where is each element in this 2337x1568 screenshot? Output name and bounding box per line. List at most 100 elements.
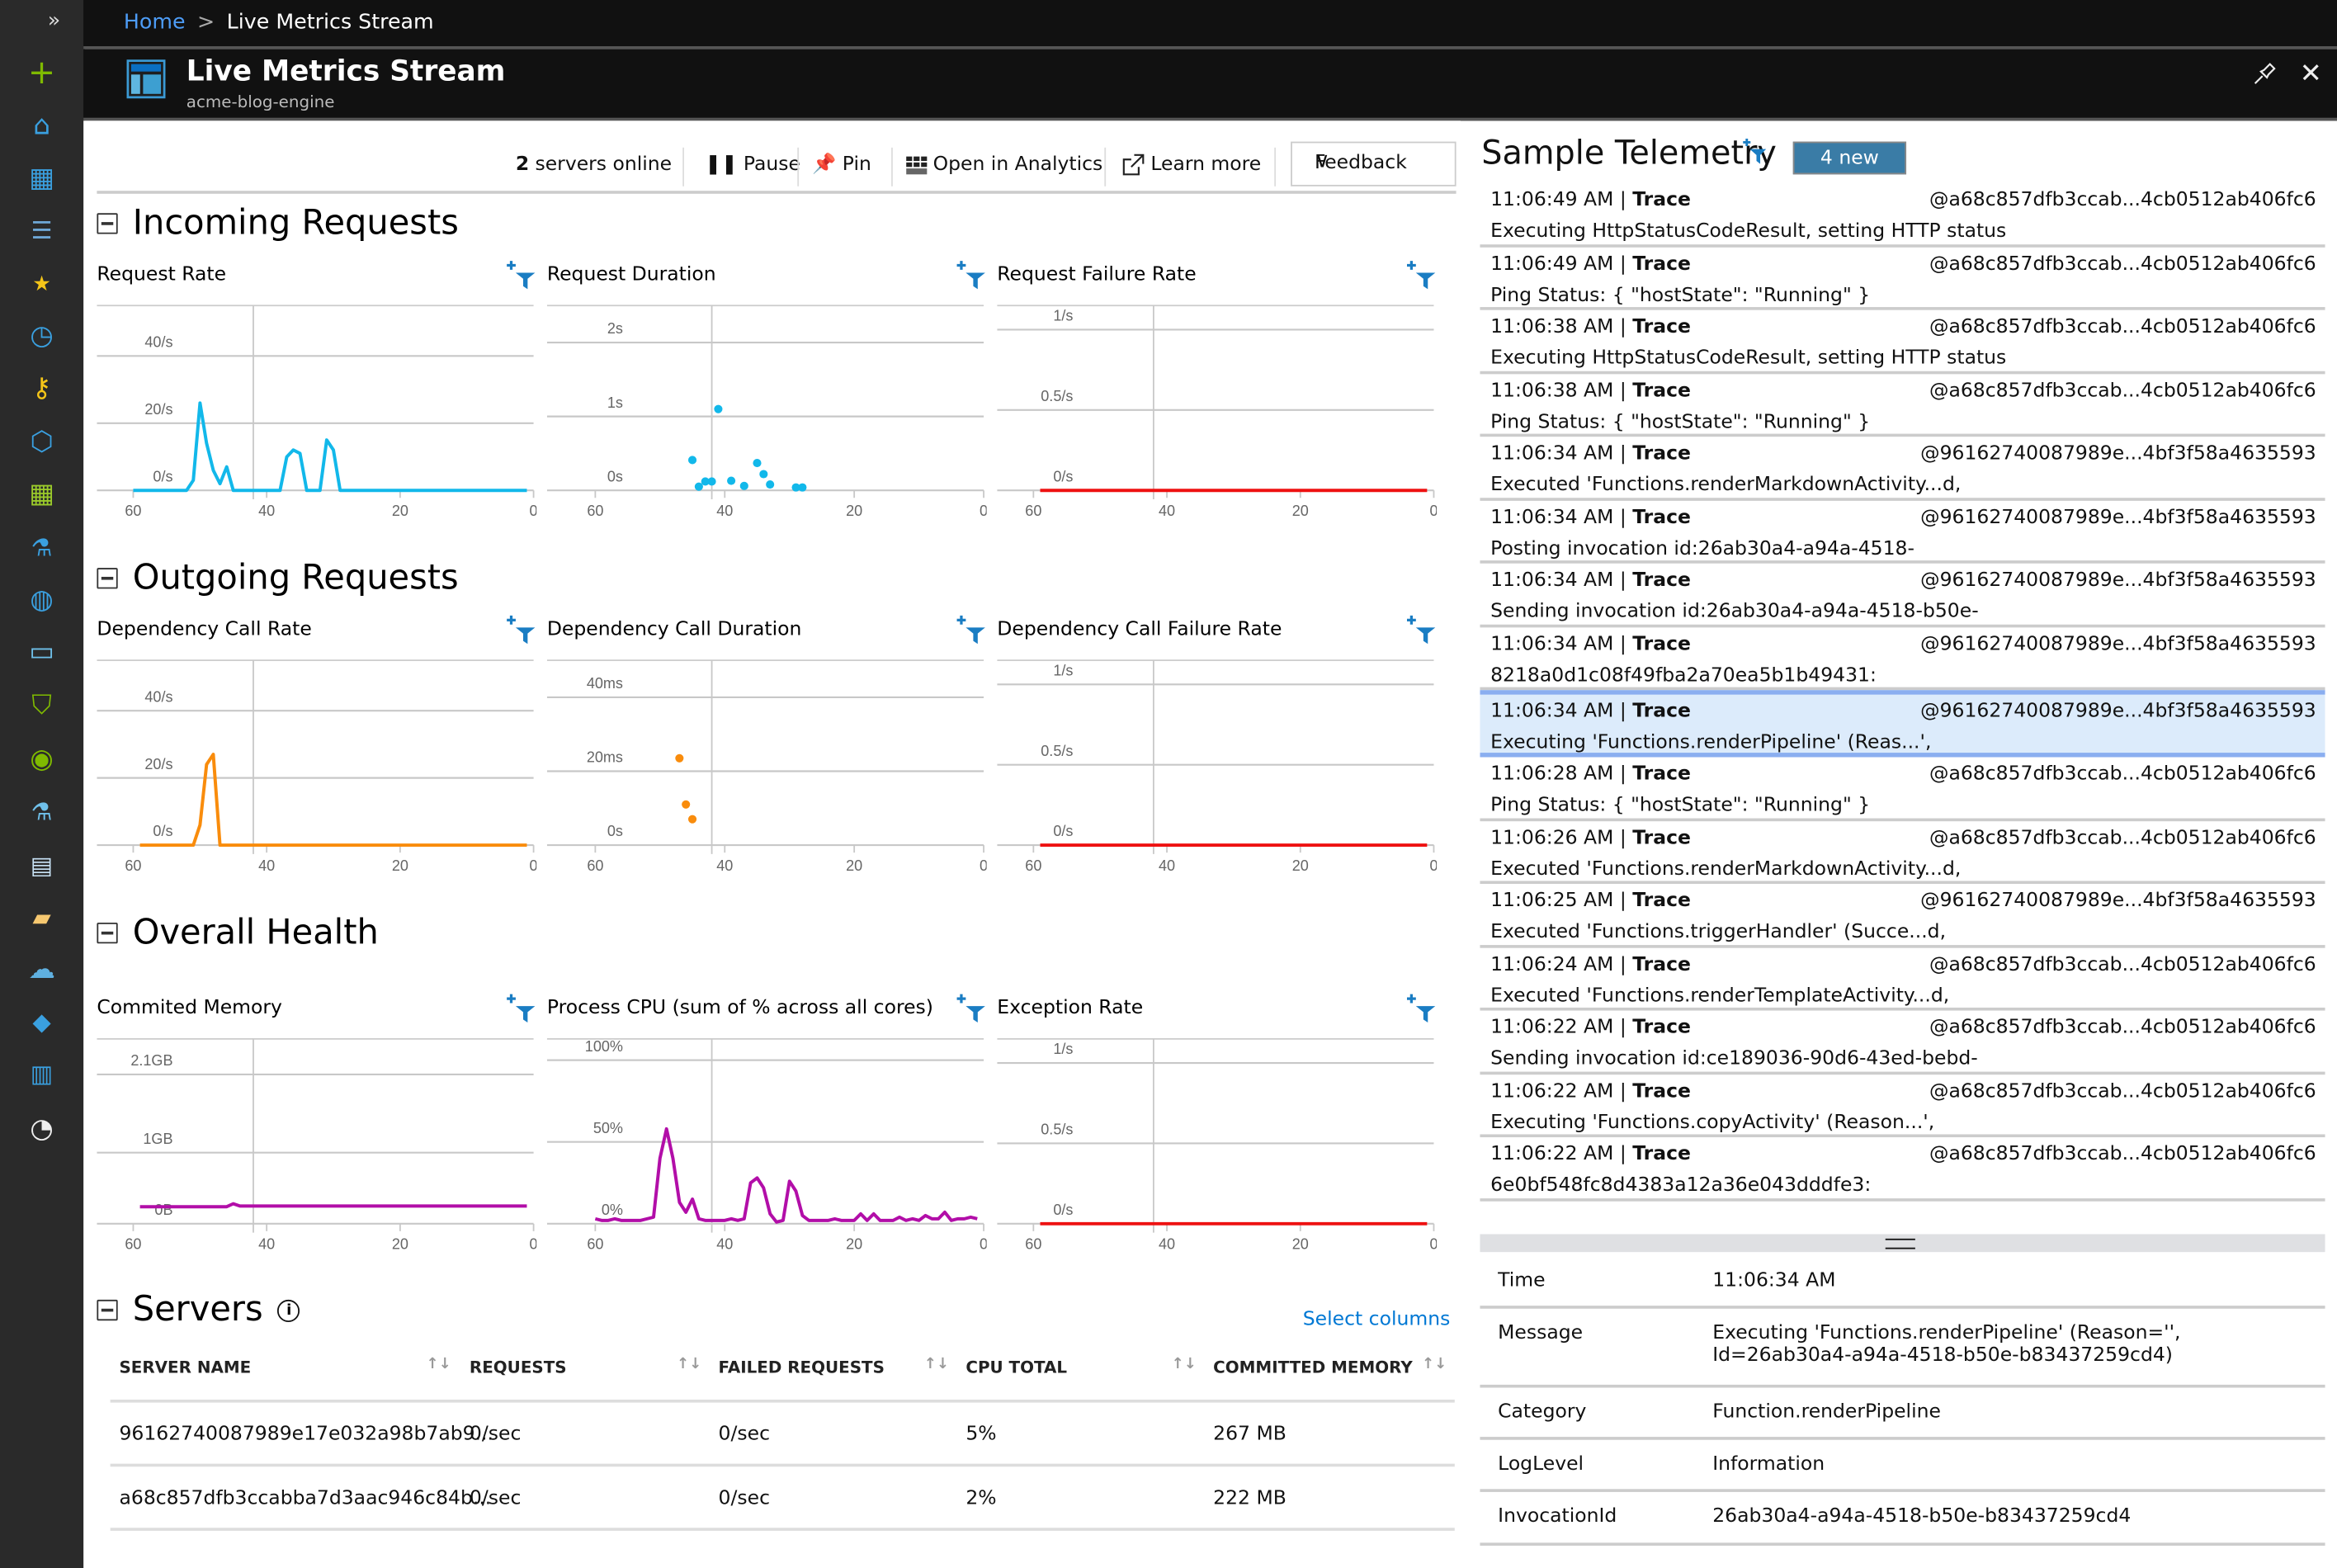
table-cell: 0/sec [469,1487,522,1510]
column-header[interactable]: REQUESTS [470,1358,567,1377]
detail-value: Information [1712,1452,1825,1476]
add-filter-icon[interactable] [507,993,536,1023]
feedback-dropdown[interactable]: Feedback ∨ [1291,141,1456,187]
separator: | [1613,1016,1633,1039]
detail-value: Function.renderPipeline [1712,1400,1941,1424]
sql-data-warehouse-icon[interactable]: ▥ [26,1057,59,1090]
telemetry-item[interactable]: 11:06:38 AM | Trace @a68c857dfb3ccab...4c… [1480,310,2325,374]
collapse-icon[interactable] [97,213,118,234]
json-template-icon[interactable]: ▤ [26,848,59,881]
telemetry-item[interactable]: 11:06:28 AM | Trace @a68c857dfb3ccab...4c… [1480,758,2325,821]
telemetry-item[interactable]: 11:06:25 AM | Trace @96162740087989e...4b… [1480,884,2325,947]
security-center-icon[interactable]: ⛉ [26,688,59,721]
expand-sidebar-icon[interactable]: » [48,9,60,33]
key-vault-icon[interactable]: ⚷ [26,371,59,404]
telemetry-item[interactable]: 11:06:34 AM | Trace @96162740087989e...4b… [1480,626,2325,691]
panel-splitter[interactable] [1480,1234,2325,1253]
telemetry-item[interactable]: 11:06:34 AM | Trace @96162740087989e...4b… [1480,437,2325,500]
azure-ad-icon[interactable]: ◆ [26,1004,59,1037]
add-filter-icon[interactable] [1406,614,1437,645]
all-services-icon[interactable]: ☰ [26,213,59,246]
create-resource-icon[interactable]: + [26,54,59,92]
new-items-badge[interactable]: 4 new [1792,141,1907,175]
x-tick-label: 60 [1025,857,1041,874]
y-tick-label: 0B [154,1202,172,1218]
table-row[interactable]: 96162740087989e17e032a98b7ab9... 0/sec 0/s… [110,1403,1455,1467]
column-header[interactable]: COMMITTED MEMORY [1213,1358,1413,1377]
home-icon[interactable]: ⌂ [26,109,59,142]
chart-title: Request Failure Rate [997,263,1197,286]
devtest-labs-icon[interactable]: ⚗ [26,531,59,564]
sort-icon[interactable]: ↑↓ [1172,1357,1197,1373]
advisor-gauge-icon[interactable]: ◔ [26,1112,59,1145]
column-header[interactable]: SERVER NAME [119,1358,251,1377]
telemetry-item[interactable]: 11:06:38 AM | Trace @a68c857dfb3ccab...4c… [1480,373,2325,437]
chart-plot: 0/s 0.5/s 1/s 60 40 20 0 [997,659,1437,874]
sort-icon[interactable]: ↑↓ [924,1357,949,1373]
virtual-machines-icon[interactable]: ▭ [26,635,59,668]
storage-folder-icon[interactable]: ▰ [26,900,59,933]
app-services-icon[interactable]: ◍ [26,583,59,616]
cost-management-icon[interactable]: ◉ [26,742,59,775]
info-icon[interactable]: i [277,1299,300,1322]
telemetry-item[interactable]: 11:06:49 AM | Trace @a68c857dfb3ccab...4c… [1480,183,2325,247]
close-blade-icon[interactable]: ✕ [2300,58,2322,89]
pin-button[interactable]: 📌 Pin [812,153,871,176]
pin-blade-icon[interactable] [2254,61,2278,85]
collapse-icon[interactable] [97,568,118,589]
open-in-analytics-button[interactable]: Open in Analytics [906,153,1102,176]
add-filter-icon[interactable] [507,259,536,290]
telemetry-item[interactable]: 11:06:24 AM | Trace @a68c857dfb3ccab...4c… [1480,947,2325,1011]
sort-icon[interactable]: ↑↓ [427,1357,451,1373]
dashboard-icon[interactable]: ▦ [26,161,59,194]
telemetry-item[interactable]: 11:06:34 AM | Trace @96162740087989e...4b… [1480,690,2325,758]
telemetry-time-type: 11:06:28 AM | Trace [1490,763,1691,786]
add-filter-icon[interactable] [956,259,987,290]
breadcrumb-home-link[interactable]: Home [124,11,186,35]
section-title: Overall Health [132,914,379,953]
recent-clock-icon[interactable]: ◷ [26,319,59,352]
y-tick-label: 1GB [143,1131,172,1147]
certificates-icon[interactable]: ☁ [26,952,59,985]
x-tick-label: 60 [1025,503,1041,519]
select-columns-link[interactable]: Select columns [1303,1309,1451,1331]
add-filter-icon[interactable] [956,614,987,645]
sort-icon[interactable]: ↑↓ [1422,1357,1447,1373]
x-tick-label: 20 [392,857,408,874]
chart-plot: 0/s 0.5/s 1/s 60 40 20 0 [997,305,1437,519]
pause-button[interactable]: ❚❚ Pause [705,153,800,176]
collapse-icon[interactable] [97,1299,118,1321]
telemetry-item[interactable]: 11:06:26 AM | Trace @a68c857dfb3ccab...4c… [1480,820,2325,885]
column-header[interactable]: FAILED REQUESTS [719,1358,885,1377]
telemetry-item[interactable]: 11:06:22 AM | Trace @a68c857dfb3ccab...4c… [1480,1137,2325,1201]
chevron-down-icon: ∨ [1314,149,1330,173]
telemetry-item[interactable]: 11:06:49 AM | Trace @a68c857dfb3ccab...4c… [1480,247,2325,310]
sort-icon[interactable]: ↑↓ [677,1357,701,1373]
telemetry-item[interactable]: 11:06:22 AM | Trace @a68c857dfb3ccab...4c… [1480,1074,2325,1138]
divider [797,147,800,187]
resource-group-icon[interactable]: ⬡ [26,425,59,458]
table-row[interactable]: a68c857dfb3ccabba7d3aac946c84b... 0/sec 0/… [110,1466,1455,1531]
collapse-icon[interactable] [97,922,118,944]
add-filter-icon[interactable] [1406,993,1437,1023]
add-filter-icon[interactable] [1406,259,1437,290]
sample-telemetry-panel: Sample Telemetry 4 new 11:06:49 AM | Tra… [1480,120,2325,1568]
telemetry-item[interactable]: 11:06:22 AM | Trace @a68c857dfb3ccab...4c… [1480,1011,2325,1074]
add-filter-icon[interactable] [956,993,987,1023]
add-filter-icon[interactable] [1742,138,1769,166]
telemetry-source: @96162740087989e...4bf3f58a4635593 [1920,569,2316,593]
machine-learning-icon[interactable]: ⚗ [26,795,59,828]
telemetry-item[interactable]: 11:06:34 AM | Trace @96162740087989e...4b… [1480,564,2325,627]
drag-handle-icon[interactable] [1885,1238,1915,1249]
blade-header: Live Metrics Stream acme-blog-engine ✕ [83,49,2337,121]
all-resources-grid-icon[interactable]: ▦ [26,477,59,510]
column-header[interactable]: CPU TOTAL [965,1358,1067,1377]
telemetry-item[interactable]: 11:06:34 AM | Trace @96162740087989e...4b… [1480,500,2325,564]
add-filter-icon[interactable] [507,614,536,645]
x-tick-label: 20 [1292,503,1309,519]
learn-more-link[interactable]: Learn more [1122,153,1261,176]
detail-row: InvocationId 26ab30a4-a94a-4518-b50e-b834… [1480,1492,2325,1546]
telemetry-time-type: 11:06:25 AM | Trace [1490,890,1691,912]
x-tick-label: 20 [392,503,408,519]
favorites-star-icon[interactable]: ★ [26,268,59,301]
